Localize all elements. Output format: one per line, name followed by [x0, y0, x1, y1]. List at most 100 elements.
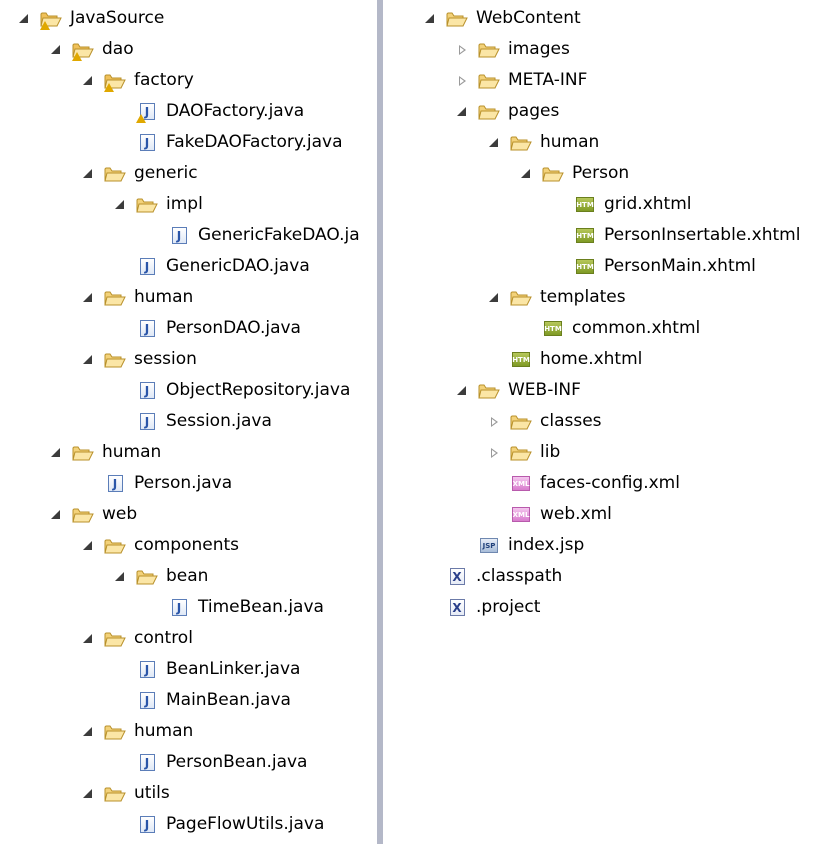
expand-toggle-icon[interactable] — [456, 75, 468, 87]
tree-item[interactable]: J PageFlowUtils.java — [114, 809, 324, 840]
tree-item-label: Session.java — [166, 411, 272, 431]
collapse-toggle-icon[interactable] — [114, 571, 126, 583]
tree-item-label: GenericDAO.java — [166, 256, 310, 276]
pane-divider[interactable] — [377, 0, 383, 844]
collapse-toggle-icon[interactable] — [82, 633, 94, 645]
tree-item-label: BeanLinker.java — [166, 659, 301, 679]
tree-item[interactable]: dao — [50, 34, 134, 65]
tree-item[interactable]: HTM PersonInsertable.xhtml — [552, 220, 800, 251]
folder-icon — [446, 10, 468, 28]
java-file-icon: J — [136, 258, 158, 276]
tree-item[interactable]: impl — [114, 189, 203, 220]
tree-item[interactable]: pages — [456, 96, 559, 127]
tree-item[interactable]: J ObjectRepository.java — [114, 375, 350, 406]
tree-item[interactable]: META-INF — [456, 65, 587, 96]
folder-icon — [478, 103, 500, 121]
collapse-toggle-icon[interactable] — [114, 199, 126, 211]
collapse-toggle-icon[interactable] — [50, 447, 62, 459]
tree-item[interactable]: components — [82, 530, 239, 561]
tree-item[interactable]: HTM home.xhtml — [488, 344, 642, 375]
tree-item[interactable]: HTM grid.xhtml — [552, 189, 691, 220]
collapse-toggle-icon[interactable] — [488, 292, 500, 304]
collapse-toggle-icon[interactable] — [82, 540, 94, 552]
java-file-icon: J — [136, 320, 158, 338]
collapse-toggle-icon[interactable] — [456, 106, 468, 118]
tree-item[interactable]: JavaSource — [18, 3, 164, 34]
tree-item[interactable]: WEB-INF — [456, 375, 581, 406]
tree-item-label: common.xhtml — [572, 318, 701, 338]
tree-item[interactable]: J GenericDAO.java — [114, 251, 310, 282]
tree-item[interactable]: WebContent — [424, 3, 581, 34]
tree-item[interactable]: J DAOFactory.java — [114, 96, 304, 127]
tree-item[interactable]: human — [488, 127, 599, 158]
tree-item[interactable]: J PersonBean.java — [114, 747, 307, 778]
collapse-toggle-icon[interactable] — [82, 726, 94, 738]
html-file-icon: HTM — [574, 227, 596, 245]
tree-item[interactable]: control — [82, 623, 193, 654]
tree-item[interactable]: web — [50, 499, 137, 530]
collapse-toggle-icon[interactable] — [82, 75, 94, 87]
collapse-toggle-icon[interactable] — [488, 137, 500, 149]
tree-item[interactable]: JSP index.jsp — [456, 530, 584, 561]
tree-item[interactable]: HTM common.xhtml — [520, 313, 700, 344]
tree-item-label: DAOFactory.java — [166, 101, 305, 121]
tree-item[interactable]: J BeanLinker.java — [114, 654, 300, 685]
java-file-icon: J — [104, 475, 126, 493]
tree-item[interactable]: J Session.java — [114, 406, 272, 437]
collapse-toggle-icon[interactable] — [82, 788, 94, 800]
collapse-toggle-icon[interactable] — [424, 13, 436, 25]
collapse-toggle-icon[interactable] — [18, 13, 30, 25]
expand-toggle-icon[interactable] — [456, 44, 468, 56]
tree-item[interactable]: factory — [82, 65, 194, 96]
tree-item-label: PersonMain.xhtml — [604, 256, 756, 276]
tree-item[interactable]: X .project — [424, 592, 540, 623]
collapse-toggle-icon[interactable] — [82, 354, 94, 366]
tree-item[interactable]: J PersonDAO.java — [114, 313, 301, 344]
tree-item[interactable]: J FakeDAOFactory.java — [114, 127, 343, 158]
tree-item-label: .classpath — [476, 566, 563, 586]
right-project-tree: WebContent images META-INF pages human Person… — [388, 0, 822, 844]
java-file-icon: J — [136, 134, 158, 152]
collapse-toggle-icon[interactable] — [50, 509, 62, 521]
warning-icon — [40, 20, 50, 30]
collapse-toggle-icon[interactable] — [50, 44, 62, 56]
tree-item[interactable]: J MainBean.java — [114, 685, 291, 716]
tree-item[interactable]: human — [82, 716, 193, 747]
tree-item[interactable]: J GenericFakeDAO.ja — [146, 220, 360, 251]
expand-toggle-icon[interactable] — [488, 447, 500, 459]
tree-item[interactable]: session — [82, 344, 197, 375]
expand-toggle-icon[interactable] — [488, 416, 500, 428]
tree-item[interactable]: bean — [114, 561, 208, 592]
tree-item[interactable]: X .classpath — [424, 561, 562, 592]
tree-item[interactable]: Person — [520, 158, 629, 189]
tree-item[interactable]: human — [82, 282, 193, 313]
tree-item[interactable]: images — [456, 34, 570, 65]
collapse-toggle-icon[interactable] — [520, 168, 532, 180]
warning-icon — [136, 113, 146, 123]
tree-item[interactable]: utils — [82, 778, 170, 809]
tree-item-label: index.jsp — [508, 535, 585, 555]
collapse-toggle-icon[interactable] — [82, 168, 94, 180]
folder-icon — [104, 165, 126, 183]
tree-item[interactable]: human — [50, 437, 161, 468]
tree-item[interactable]: XML faces-config.xml — [488, 468, 680, 499]
collapse-toggle-icon[interactable] — [456, 385, 468, 397]
tree-item[interactable]: generic — [82, 158, 198, 189]
tree-item[interactable]: J TimeBean.java — [146, 592, 324, 623]
tree-item[interactable]: lib — [488, 437, 560, 468]
collapse-toggle-icon[interactable] — [82, 292, 94, 304]
tree-item[interactable]: J Person.java — [82, 468, 232, 499]
tree-item[interactable]: XML web.xml — [488, 499, 612, 530]
tree-item[interactable]: templates — [488, 282, 626, 313]
tree-item[interactable]: classes — [488, 406, 602, 437]
tree-item-label: .project — [476, 597, 541, 617]
tree-item[interactable]: HTM PersonMain.xhtml — [552, 251, 756, 282]
